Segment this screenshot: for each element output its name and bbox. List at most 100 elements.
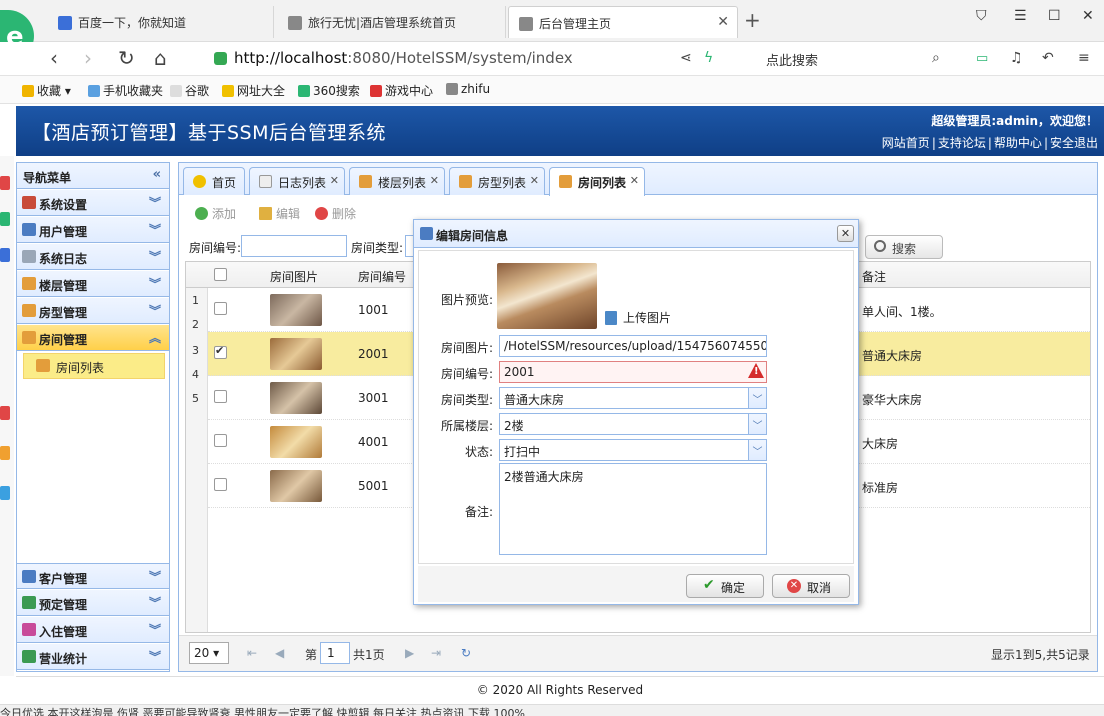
sidebar-item-rooms[interactable]: 房间管理 ︽ (17, 325, 169, 351)
sidebar-item-logs[interactable]: 系统日志 ︾ (17, 244, 169, 270)
close-icon[interactable]: ✕ (330, 174, 339, 187)
room-thumbnail (270, 338, 322, 370)
link-logout[interactable]: 安全退出 (1050, 136, 1098, 150)
tab-room-types[interactable]: 房型列表 ✕ (449, 167, 545, 195)
reload-icon[interactable]: ↻ (118, 46, 135, 70)
room-note: 大床房 (862, 437, 899, 451)
menu-icon[interactable]: ≡ (1078, 50, 1090, 66)
page-size-select[interactable]: 20 ▾ (189, 642, 229, 664)
new-tab-button[interactable]: + (744, 8, 761, 32)
last-page-icon[interactable]: ⇥ (431, 646, 441, 660)
bookmark-mobile[interactable]: 手机收藏夹 (88, 82, 163, 99)
sidebar-item-checkin[interactable]: 入住管理 ︾ (17, 617, 169, 643)
row-checkbox[interactable] (214, 302, 227, 315)
close-tab-icon[interactable]: ✕ (717, 14, 729, 30)
prev-page-icon[interactable]: ◀ (275, 646, 284, 660)
chevron-down-icon[interactable]: ﹀ (748, 440, 766, 460)
users-icon (22, 223, 36, 236)
bookmark-sites[interactable]: 网址大全 (222, 82, 285, 99)
search-input[interactable]: 点此搜索 (766, 48, 952, 70)
room-type-select[interactable]: 普通大床房 ﹀ (499, 387, 767, 409)
window-close-icon[interactable]: ✕ (1082, 8, 1094, 24)
close-icon[interactable]: ✕ (630, 174, 639, 187)
link-forum[interactable]: 支持论坛 (938, 136, 986, 150)
row-number-column: 1 2 3 4 5 (186, 288, 208, 632)
search-icon[interactable]: ⌕ (932, 50, 940, 66)
row-checkbox[interactable] (214, 434, 227, 447)
headphone-icon[interactable]: ♫ (1010, 50, 1023, 66)
back-icon[interactable]: ‹ (50, 46, 58, 70)
room-note: 标准房 (862, 481, 899, 495)
sidebar-item-customers[interactable]: 客户管理 ︾ (17, 563, 169, 589)
refresh-icon[interactable]: ↻ (461, 646, 471, 660)
upload-photo-button[interactable]: 上传图片 (605, 309, 671, 326)
bookmark-favorites[interactable]: 收藏 ▾ (22, 82, 71, 99)
note-label: 备注: (464, 505, 493, 519)
browser-tab-admin[interactable]: 后台管理主页 ✕ (508, 6, 738, 38)
note-textarea[interactable]: 2楼普通大床房 (499, 463, 767, 555)
row-checkbox[interactable] (214, 478, 227, 491)
link-site-home[interactable]: 网站首页 (882, 136, 930, 150)
confirm-button[interactable]: ✔ 确定 (686, 574, 764, 598)
menu-icon[interactable]: ☰ (1014, 8, 1027, 24)
delete-button[interactable]: 删除 (315, 205, 356, 222)
undo-icon[interactable]: ↶ (1042, 50, 1054, 66)
record-summary: 显示1到5,共5记录 (991, 648, 1090, 662)
forward-icon[interactable]: › (84, 46, 92, 70)
room-no-filter-input[interactable] (241, 235, 347, 257)
sidebar-item-floors[interactable]: 楼层管理 ︾ (17, 271, 169, 297)
cancel-label: 取消 (807, 581, 832, 595)
browser-tab-hotel-home[interactable]: 旅行无忧|酒店管理系统首页 (278, 6, 506, 38)
first-page-icon[interactable]: ⇤ (247, 646, 257, 660)
room-note: 单人间、1楼。 (862, 305, 942, 319)
row-checkbox[interactable] (214, 390, 227, 403)
home-icon[interactable]: ⌂ (154, 46, 167, 70)
page-number-input[interactable]: 1 (320, 642, 350, 664)
sidebar-item-room-types[interactable]: 房型管理 ︾ (17, 298, 169, 324)
tab-logs[interactable]: 日志列表 ✕ (249, 167, 345, 195)
chevron-down-icon[interactable]: ﹀ (748, 388, 766, 408)
room-number-value: 2001 (504, 365, 535, 379)
chevron-down-icon[interactable]: ﹀ (748, 414, 766, 434)
close-icon[interactable]: ✕ (430, 174, 439, 187)
collapse-left-icon[interactable]: « (153, 167, 161, 182)
tab-floors[interactable]: 楼层列表 ✕ (349, 167, 445, 195)
floor-select[interactable]: 2楼 ﹀ (499, 413, 767, 435)
sidebar-item-stats[interactable]: 营业统计 ︾ (17, 644, 169, 670)
add-button[interactable]: 添加 (195, 205, 236, 222)
room-number-input[interactable]: 2001! (499, 361, 767, 383)
cancel-button[interactable]: ✕ 取消 (772, 574, 850, 598)
status-value: 打扫中 (504, 445, 541, 459)
status-select[interactable]: 打扫中 ﹀ (499, 439, 767, 461)
tab-rooms[interactable]: 房间列表 ✕ (549, 167, 645, 196)
floor-label: 所属楼层: (440, 419, 493, 433)
search-button[interactable]: 搜索 (865, 235, 943, 259)
link-help[interactable]: 帮助中心 (994, 136, 1042, 150)
close-icon[interactable]: ✕ (530, 174, 539, 187)
lightning-icon[interactable]: ϟ (704, 50, 713, 66)
share-icon[interactable]: ⋖ (680, 50, 692, 66)
photo-path-input[interactable]: /HotelSSM/resources/upload/154756074550 (499, 335, 767, 357)
sidebar-subitem-room-list[interactable]: 房间列表 (23, 353, 165, 379)
room-thumbnail (270, 470, 322, 502)
address-bar[interactable]: http://localhost:8080/HotelSSM/system/in… (212, 47, 662, 71)
sidebar-item-system-settings[interactable]: 系统设置 ︾ (17, 190, 169, 216)
select-all-checkbox[interactable] (214, 268, 227, 281)
page-icon (288, 16, 302, 30)
bookmark-google[interactable]: 谷歌 (170, 82, 209, 99)
add-icon (195, 207, 208, 220)
sidebar-item-reservations[interactable]: 预定管理 ︾ (17, 590, 169, 616)
bookmark-games[interactable]: 游戏中心 (370, 82, 433, 99)
row-checkbox[interactable] (214, 344, 227, 359)
maximize-icon[interactable]: ☐ (1048, 8, 1061, 24)
next-page-icon[interactable]: ▶ (405, 646, 414, 660)
bookmark-360[interactable]: 360搜索 (298, 82, 360, 99)
bookmark-zhifu[interactable]: zhifu (446, 82, 490, 96)
edit-button[interactable]: 编辑 (259, 205, 300, 222)
row-number: 3 (192, 344, 199, 357)
tab-home[interactable]: 首页 (183, 167, 245, 195)
sidebar-item-users[interactable]: 用户管理 ︾ (17, 217, 169, 243)
close-icon[interactable]: ✕ (837, 225, 854, 242)
browser-tab-baidu[interactable]: 百度一下，你就知道 (48, 6, 274, 38)
shirt-icon[interactable]: ⛉ (976, 8, 987, 24)
